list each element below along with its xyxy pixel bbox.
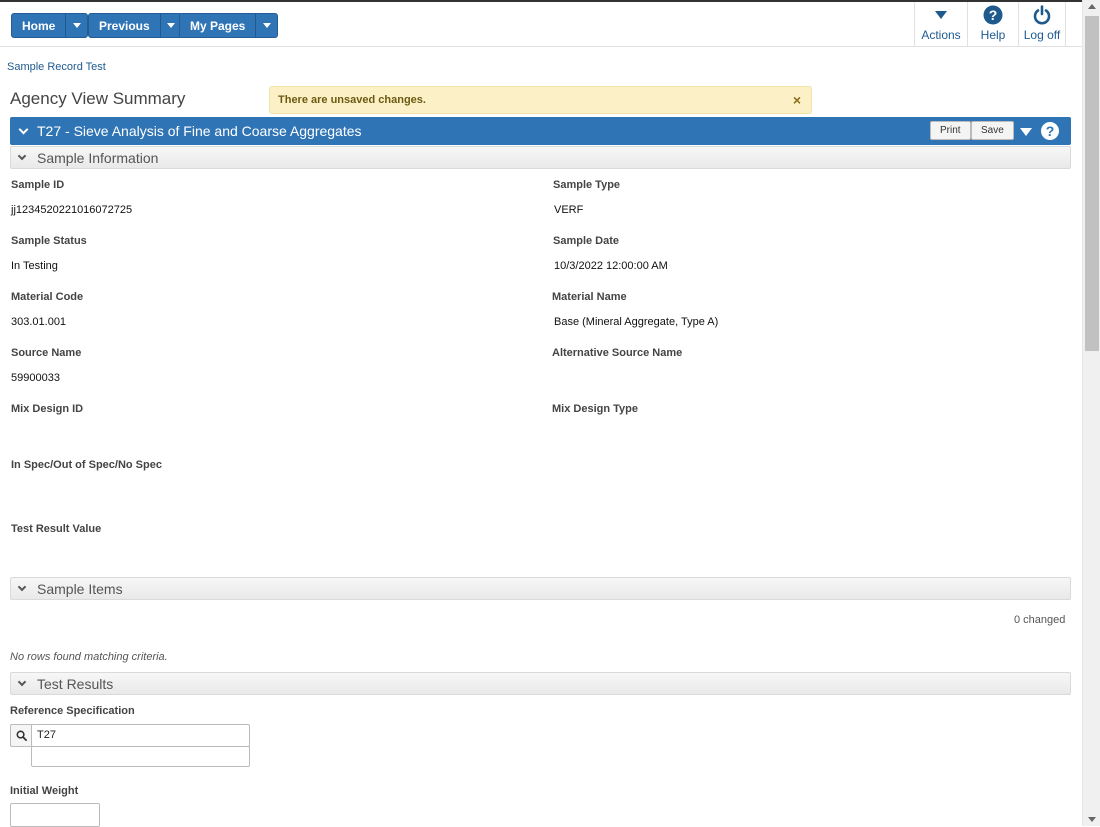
help-icon[interactable]: ? bbox=[1041, 122, 1059, 140]
mix-design-type-label: Mix Design Type bbox=[552, 403, 638, 415]
actions-menu[interactable]: Actions bbox=[914, 2, 967, 47]
svg-text:?: ? bbox=[989, 7, 998, 23]
page-title: Agency View Summary bbox=[10, 89, 186, 108]
reference-specification-label: Reference Specification bbox=[10, 705, 135, 717]
log-off-button[interactable]: Log off bbox=[1018, 2, 1066, 47]
home-dropdown-toggle[interactable] bbox=[65, 14, 87, 37]
search-lookup-button[interactable] bbox=[10, 724, 32, 747]
section-sample-items[interactable]: Sample Items bbox=[10, 577, 1071, 600]
my-pages-button[interactable]: My Pages bbox=[179, 13, 279, 38]
chevron-down-icon[interactable] bbox=[18, 124, 29, 134]
empty-rows-message: No rows found matching criteria. bbox=[10, 651, 168, 663]
help-icon: ? bbox=[983, 5, 1003, 25]
print-button[interactable]: Print bbox=[930, 121, 971, 140]
help-label: Help bbox=[980, 28, 1006, 42]
sample-date-label: Sample Date bbox=[553, 235, 620, 247]
record-title: T27 - Sieve Analysis of Fine and Coarse … bbox=[37, 123, 362, 139]
sample-date-value: 10/3/2022 12:00:00 AM bbox=[554, 260, 668, 272]
material-code-label: Material Code bbox=[11, 291, 84, 303]
search-icon bbox=[16, 730, 27, 741]
caret-down-icon[interactable] bbox=[1019, 127, 1033, 137]
source-name-label: Source Name bbox=[11, 347, 82, 359]
changed-count: 0 changed bbox=[1014, 614, 1066, 626]
initial-weight-label: Initial Weight bbox=[10, 785, 79, 797]
top-navigation-bar: Home Previous My Pages Actions ? Help Lo… bbox=[0, 0, 1082, 47]
power-icon bbox=[1033, 5, 1051, 25]
actions-label: Actions bbox=[921, 28, 961, 42]
log-off-label: Log off bbox=[1023, 28, 1061, 42]
my-pages-button-label: My Pages bbox=[190, 18, 246, 33]
breadcrumb-link[interactable]: Sample Record Test bbox=[7, 61, 106, 73]
chevron-down-icon[interactable] bbox=[17, 151, 27, 161]
caret-down-icon bbox=[262, 23, 271, 28]
record-header[interactable]: T27 - Sieve Analysis of Fine and Coarse … bbox=[10, 117, 1071, 145]
alert-text: There are unsaved changes. bbox=[278, 94, 426, 106]
material-name-label: Material Name bbox=[552, 291, 627, 303]
sample-id-value: jj1234520221016072725 bbox=[11, 204, 133, 216]
mix-design-id-label: Mix Design ID bbox=[11, 403, 84, 415]
sample-type-label: Sample Type bbox=[553, 179, 621, 191]
initial-weight-input[interactable] bbox=[10, 803, 100, 827]
section-test-results[interactable]: Test Results bbox=[10, 672, 1071, 695]
home-button-label: Home bbox=[22, 18, 56, 33]
caret-down-icon bbox=[935, 11, 947, 19]
section-title: Sample Information bbox=[37, 149, 159, 166]
unsaved-changes-alert: There are unsaved changes. × bbox=[269, 86, 812, 114]
caret-down-icon bbox=[167, 23, 176, 28]
sample-status-value: In Testing bbox=[11, 260, 58, 272]
sample-status-label: Sample Status bbox=[11, 235, 87, 247]
section-title: Test Results bbox=[37, 675, 114, 692]
material-name-value: Base (Mineral Aggregate, Type A) bbox=[554, 316, 719, 328]
sample-type-value: VERF bbox=[554, 204, 584, 216]
scroll-up-arrow-icon[interactable] bbox=[1088, 4, 1096, 9]
test-result-value-label: Test Result Value bbox=[11, 523, 102, 535]
previous-button-label: Previous bbox=[99, 18, 150, 33]
sample-id-label: Sample ID bbox=[11, 179, 65, 191]
alternative-source-name-label: Alternative Source Name bbox=[552, 347, 683, 359]
close-icon[interactable]: × bbox=[793, 92, 801, 108]
scroll-down-arrow-icon[interactable] bbox=[1088, 817, 1096, 822]
previous-button[interactable]: Previous bbox=[88, 13, 183, 38]
my-pages-dropdown-toggle[interactable] bbox=[255, 14, 277, 37]
help-button[interactable]: ? Help bbox=[967, 2, 1018, 47]
source-name-value: 59900033 bbox=[11, 372, 60, 384]
reference-specification-description-field[interactable] bbox=[31, 746, 250, 767]
chevron-down-icon[interactable] bbox=[17, 677, 27, 687]
scrollbar-thumb[interactable] bbox=[1085, 16, 1099, 351]
reference-specification-input[interactable]: T27 bbox=[31, 724, 250, 747]
vertical-scrollbar[interactable] bbox=[1082, 0, 1100, 826]
chevron-down-icon[interactable] bbox=[17, 582, 27, 592]
home-button[interactable]: Home bbox=[11, 13, 89, 38]
caret-down-icon bbox=[72, 23, 81, 28]
in-spec-label: In Spec/Out of Spec/No Spec bbox=[11, 459, 162, 471]
material-code-value: 303.01.001 bbox=[11, 316, 67, 328]
section-title: Sample Items bbox=[37, 580, 123, 597]
save-button[interactable]: Save bbox=[971, 121, 1014, 140]
section-sample-information[interactable]: Sample Information bbox=[10, 146, 1071, 169]
